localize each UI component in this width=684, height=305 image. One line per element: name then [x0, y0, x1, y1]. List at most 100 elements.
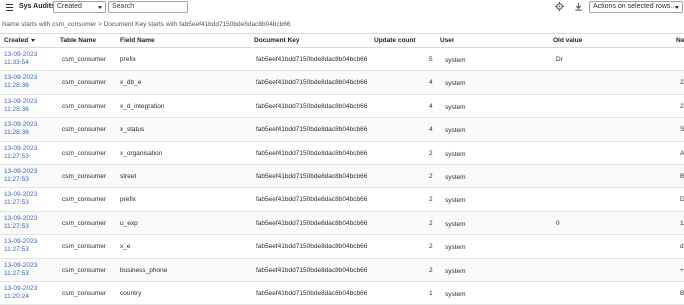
table-row[interactable]: 13-09-2023 11:27:53 csm_consumer x_e fab5eef… — [0, 235, 684, 259]
cell-old-value: Dr — [556, 56, 563, 63]
column-header-document-key[interactable]: Document Key — [254, 37, 300, 44]
column-header-created[interactable]: Created — [4, 37, 36, 44]
created-link[interactable]: 13-09-2023 11:27:53 — [4, 168, 37, 184]
created-link[interactable]: 13-09-2023 11:27:53 — [4, 262, 37, 278]
cell-field-name: x_e — [120, 243, 131, 251]
created-link[interactable]: 13-09-2023 11:33:54 — [4, 51, 37, 67]
cell-document-key: fab5eef41bdd7150bde8dac8b04bcb66 — [256, 196, 368, 204]
table-header: Created Table Name Field Name Document K… — [0, 33, 684, 48]
created-date: 13-09-2023 — [4, 167, 38, 175]
cell-table-name: csm_consumer — [62, 243, 107, 251]
column-header-user[interactable]: User — [440, 37, 454, 44]
audit-table: Created Table Name Field Name Document K… — [0, 33, 684, 305]
created-time: 11:28:36 — [4, 82, 29, 90]
created-link[interactable]: 13-09-2023 11:28:36 — [4, 98, 37, 114]
column-header-old-value[interactable]: Old value — [553, 37, 582, 44]
column-header-field-name[interactable]: Field Name — [120, 37, 155, 44]
sort-desc-icon — [31, 38, 36, 42]
actions-select[interactable]: Actions on selected rows... — [589, 1, 683, 13]
cell-table-name: csm_consumer — [62, 149, 107, 157]
created-date: 13-09-2023 — [4, 238, 38, 246]
cell-document-key: fab5eef41bdd7150bde8dac8b04bcb66 — [256, 126, 368, 134]
table-row[interactable]: 13-09-2023 11:28:36 csm_consumer x_status fa… — [0, 118, 684, 142]
menu-icon[interactable] — [6, 4, 13, 13]
created-time: 11:28:36 — [4, 129, 29, 137]
created-date: 13-09-2023 — [4, 74, 38, 82]
cell-document-key: fab5eef41bdd7150bde8dac8b04bcb66 — [256, 266, 368, 274]
cell-table-name: csm_consumer — [62, 219, 107, 227]
created-link[interactable]: 13-09-2023 11:27:53 — [4, 145, 37, 161]
cell-new-value: B — [680, 172, 684, 180]
column-header-table-name[interactable]: Table Name — [60, 37, 96, 44]
cell-user: system — [445, 290, 466, 298]
column-header-new-value[interactable]: Ne — [676, 37, 684, 44]
chevron-down-icon — [98, 6, 102, 9]
cell-update-count: 2 — [429, 172, 433, 180]
created-date: 13-09-2023 — [4, 51, 38, 58]
cell-document-key: fab5eef41bdd7150bde8dac8b04bcb66 — [256, 243, 368, 251]
cell-table-name: csm_consumer — [62, 196, 107, 204]
cell-user: system — [445, 57, 466, 64]
column-header-update-count[interactable]: Update count — [374, 37, 416, 44]
cell-document-key: fab5eef41bdd7150bde8dac8b04bcb66 — [256, 102, 368, 110]
cell-new-value: A — [680, 149, 684, 157]
created-time: 11:27:53 — [4, 152, 29, 160]
cell-user: system — [445, 103, 466, 111]
cell-new-value: S — [680, 126, 684, 134]
table-row[interactable]: 13-09-2023 11:27:53 csm_consumer x_organisa… — [0, 142, 684, 165]
table-row[interactable]: 13-09-2023 11:28:36 csm_consumer x_db_e fab5… — [0, 71, 684, 95]
created-link[interactable]: 13-09-2023 11:28:36 — [4, 121, 37, 137]
created-date: 13-09-2023 — [4, 214, 38, 222]
download-icon[interactable] — [574, 2, 583, 11]
created-date: 13-09-2023 — [4, 191, 38, 199]
cell-new-value: + — [680, 266, 684, 274]
cell-user: system — [445, 220, 466, 228]
cell-field-name: prefix — [120, 196, 136, 204]
table-row[interactable]: 13-09-2023 11:27:53 csm_consumer u_exp fab5e… — [0, 211, 684, 236]
table-body: 13-09-2023 11:33:54 csm_consumer prefix fab5… — [0, 48, 684, 305]
cell-user: system — [445, 150, 466, 158]
table-row[interactable]: 13-09-2023 11:20:24 csm_consumer country fab… — [0, 282, 684, 305]
cell-new-value: D — [680, 196, 684, 204]
cell-field-name: x_status — [120, 126, 145, 134]
cell-user: system — [445, 197, 466, 205]
cell-field-name: street — [120, 172, 137, 180]
cell-table-name: csm_consumer — [62, 126, 107, 134]
created-link[interactable]: 13-09-2023 11:28:36 — [4, 74, 37, 90]
cell-field-name: country — [120, 289, 142, 297]
table-row[interactable]: 13-09-2023 11:28:36 csm_consumer x_d_integr… — [0, 95, 684, 119]
table-row[interactable]: 13-09-2023 11:27:53 csm_consumer street fab5… — [0, 164, 684, 189]
cell-update-count: 5 — [429, 56, 433, 63]
filter-field-select[interactable]: Created — [53, 1, 106, 13]
cell-old-value: 0 — [556, 219, 560, 227]
cell-new-value: 2 — [680, 79, 684, 87]
page-title: Sys Audits — [19, 3, 55, 10]
created-time: 11:27:53 — [4, 199, 29, 207]
cell-user: system — [445, 127, 466, 135]
cell-field-name: prefix — [120, 56, 136, 63]
cell-update-count: 2 — [429, 219, 433, 227]
chevron-down-icon — [675, 6, 679, 9]
breadcrumb[interactable]: Name starts with csm_consumer > Document… — [2, 21, 291, 28]
cell-user: system — [445, 244, 466, 252]
cell-table-name: csm_consumer — [62, 79, 107, 87]
created-date: 13-09-2023 — [4, 97, 38, 105]
created-time: 11:28:36 — [4, 105, 29, 113]
cell-user: system — [445, 173, 466, 181]
table-row[interactable]: 13-09-2023 11:27:53 csm_consumer prefix fab5… — [0, 188, 684, 212]
cell-update-count: 2 — [429, 196, 433, 204]
table-row[interactable]: 13-09-2023 11:27:53 csm_consumer business_p… — [0, 258, 684, 282]
cell-update-count: 4 — [429, 126, 433, 134]
gear-icon[interactable] — [555, 2, 564, 11]
table-row[interactable]: 13-09-2023 11:33:54 csm_consumer prefix fab5… — [0, 48, 684, 72]
top-toolbar: Sys Audits Created Search Actions on sel… — [0, 0, 684, 17]
search-input[interactable]: Search — [108, 1, 188, 13]
cell-new-value: 2 — [680, 102, 684, 110]
cell-update-count: 4 — [429, 79, 433, 87]
created-link[interactable]: 13-09-2023 11:20:24 — [4, 285, 37, 301]
cell-document-key: fab5eef41bdd7150bde8dac8b04bcb66 — [256, 289, 368, 297]
created-link[interactable]: 13-09-2023 11:27:53 — [4, 215, 37, 231]
created-time: 11:27:53 — [4, 269, 29, 277]
created-link[interactable]: 13-09-2023 11:27:53 — [4, 191, 37, 207]
created-link[interactable]: 13-09-2023 11:27:53 — [4, 238, 37, 254]
